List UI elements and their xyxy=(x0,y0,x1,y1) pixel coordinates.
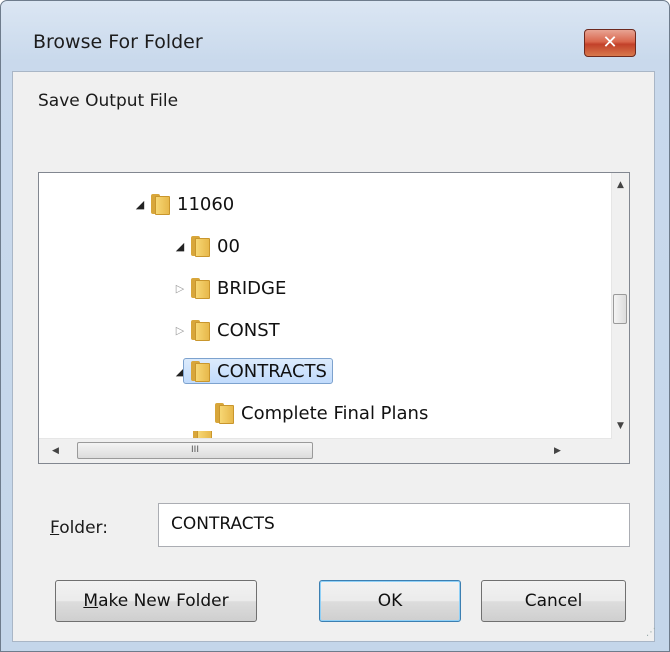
tree-item-11060[interactable]: ◢ 11060 xyxy=(131,189,234,219)
tree-item-contracts[interactable]: ◢ CONTRACTS xyxy=(171,356,333,386)
close-button[interactable]: ✕ xyxy=(584,29,636,57)
tree-item-label: Complete Final Plans xyxy=(241,402,429,424)
folder-icon xyxy=(149,193,171,215)
vertical-scroll-thumb[interactable] xyxy=(613,294,627,324)
folder-name-field[interactable]: CONTRACTS xyxy=(158,503,630,547)
ok-button[interactable]: OK xyxy=(319,580,461,622)
tree-item-label: 11060 xyxy=(177,193,235,215)
grip-icon: III xyxy=(191,445,199,455)
folder-icon xyxy=(213,402,235,424)
collapse-arrow-icon[interactable]: ◢ xyxy=(171,240,189,253)
dialog-prompt: Save Output File xyxy=(38,91,179,111)
tree-item-label: CONST xyxy=(217,319,280,341)
make-new-folder-button[interactable]: Make New Folder xyxy=(55,580,257,622)
resize-grip-icon[interactable]: ⋰ xyxy=(646,627,656,638)
selected-item-highlight[interactable]: CONTRACTS xyxy=(183,358,333,384)
cancel-button[interactable]: Cancel xyxy=(481,580,626,622)
tree-item-label: 00 xyxy=(217,235,240,257)
scroll-down-icon[interactable]: ▼ xyxy=(612,418,629,435)
tree-item-const[interactable]: ▷ CONST xyxy=(171,315,280,345)
scroll-right-icon[interactable]: ▶ xyxy=(549,443,566,460)
window-title: Browse For Folder xyxy=(33,31,203,53)
folder-icon xyxy=(189,360,211,382)
scrollbar-corner xyxy=(612,439,629,463)
tree-item-complete-final-plans[interactable]: Complete Final Plans xyxy=(213,398,428,428)
folder-label: Folder: xyxy=(50,518,108,538)
folder-tree[interactable]: ◢ 11060 ◢ 00 ▷ BRIDGE ▷ CONST ◢ CONTRACT… xyxy=(38,172,630,464)
tree-item-label: CONTRACTS xyxy=(217,360,327,382)
horizontal-scrollbar[interactable]: ◀ III ▶ xyxy=(39,438,612,463)
horizontal-scroll-thumb[interactable]: III xyxy=(77,442,313,459)
folder-icon xyxy=(189,319,211,341)
tree-item-label: BRIDGE xyxy=(217,277,287,299)
vertical-scrollbar[interactable]: ▲ ▼ xyxy=(611,173,629,439)
close-icon: ✕ xyxy=(602,32,618,53)
collapse-arrow-icon[interactable]: ◢ xyxy=(131,198,149,211)
folder-icon xyxy=(189,277,211,299)
expand-arrow-icon[interactable]: ▷ xyxy=(171,282,189,295)
tree-item-bridge[interactable]: ▷ BRIDGE xyxy=(171,273,286,303)
expand-arrow-icon[interactable]: ▷ xyxy=(171,324,189,337)
folder-icon xyxy=(189,235,211,257)
scroll-up-icon[interactable]: ▲ xyxy=(612,177,629,194)
scroll-left-icon[interactable]: ◀ xyxy=(47,443,64,460)
tree-item-00[interactable]: ◢ 00 xyxy=(171,231,240,261)
